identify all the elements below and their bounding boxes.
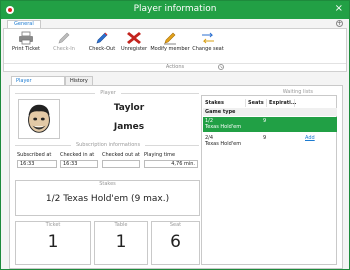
- player-face-icon: [28, 104, 50, 133]
- avatar: [18, 99, 60, 139]
- edit-member-icon: [164, 32, 176, 45]
- ticket-label: Ticket: [45, 222, 61, 228]
- ticket-box: Ticket 1: [15, 221, 91, 265]
- player-information-window: Player information × General + Print Tic…: [0, 0, 350, 270]
- change-seat-button[interactable]: Change seat: [188, 31, 228, 59]
- group-launcher-icon[interactable]: ↘: [218, 64, 224, 70]
- divider: [15, 145, 71, 146]
- subscription-section-title: Subscription informations: [75, 142, 141, 148]
- actions-group-label: Actions: [4, 63, 346, 70]
- ticket-value: 1: [47, 232, 59, 252]
- unregister-button[interactable]: Unregister: [114, 31, 154, 59]
- divider: [121, 93, 199, 94]
- check-in-button[interactable]: Check-In: [44, 31, 84, 59]
- print-ticket-button[interactable]: Print Ticket: [6, 31, 46, 59]
- seat-label: Seat: [169, 222, 182, 228]
- ribbon-collapse-icon[interactable]: +: [336, 20, 343, 27]
- player-section-title: Player: [100, 90, 116, 96]
- group-row-game-type: Game type: [203, 108, 337, 116]
- pencil-icon: [58, 32, 70, 44]
- window-title: Player information: [133, 4, 217, 14]
- table-box: Table 1: [94, 221, 148, 265]
- player-last-name: James: [113, 122, 145, 132]
- table-value: 1: [115, 232, 127, 252]
- checked-in-at-label: Checked in at: [60, 152, 95, 158]
- playing-time-field[interactable]: 4,76 min.: [144, 160, 198, 168]
- divider: [15, 93, 95, 94]
- player-first-name: Taylor: [113, 103, 145, 113]
- column-header-seats[interactable]: Seats: [246, 99, 267, 107]
- add-link[interactable]: Add: [305, 136, 315, 141]
- pencil-icon: [96, 32, 108, 44]
- title-bar: Player information ×: [1, 1, 349, 19]
- column-header-stakes[interactable]: Stakes: [203, 99, 246, 107]
- row-game: Texas Hold'em: [205, 141, 242, 147]
- row-game: Texas Hold'em: [205, 124, 242, 130]
- column-header-expiration[interactable]: Expirati...: [267, 99, 297, 107]
- subscribed-at-label: Subscribed at: [17, 152, 52, 158]
- printer-icon: [19, 31, 33, 45]
- check-out-label: Check-Out: [88, 46, 116, 52]
- seat-value: 6: [170, 232, 181, 252]
- checked-out-at-label: Checked out at: [102, 152, 140, 158]
- close-button[interactable]: ×: [335, 3, 343, 14]
- stakes-label: Stakes: [99, 181, 116, 187]
- change-seat-label: Change seat: [192, 46, 224, 52]
- stakes-box: Stakes 1/2 Texas Hold'em (9 max.): [15, 180, 200, 216]
- print-ticket-label: Print Ticket: [12, 46, 40, 52]
- row-seats: 9: [263, 135, 267, 141]
- row-seats: 9: [263, 118, 267, 124]
- checked-in-at-field[interactable]: 16:33: [60, 160, 98, 168]
- playing-time-label: Playing time: [144, 152, 176, 158]
- unregister-label: Unregister: [120, 46, 148, 52]
- modify-member-label: Modify member: [150, 46, 190, 52]
- red-x-icon: [127, 32, 141, 44]
- ribbon-tabs: General +: [1, 19, 349, 28]
- stakes-value: 1/2 Texas Hold'em (9 max.): [45, 194, 170, 204]
- modify-member-button[interactable]: Modify member: [150, 31, 190, 59]
- divider: [145, 145, 199, 146]
- subscribed-at-field[interactable]: 16:33: [17, 160, 57, 168]
- table-label: Table: [114, 222, 128, 228]
- seat-box: Seat 6: [151, 221, 200, 265]
- table-row[interactable]: 1/2 Texas Hold'em 9: [203, 117, 337, 132]
- change-seat-icon: [202, 32, 214, 44]
- waiting-lists-grid: Stakes Seats Expirati... Game type 1/2 T…: [201, 95, 337, 265]
- checked-out-at-field[interactable]: [102, 160, 140, 168]
- check-in-label: Check-In: [53, 46, 75, 52]
- table-row[interactable]: 2/4 Texas Hold'em 9 Add: [203, 134, 337, 149]
- ribbon-tab-general[interactable]: General: [7, 20, 41, 28]
- ribbon-actions: Print Ticket Check-In Check-Out Unregist…: [3, 28, 347, 72]
